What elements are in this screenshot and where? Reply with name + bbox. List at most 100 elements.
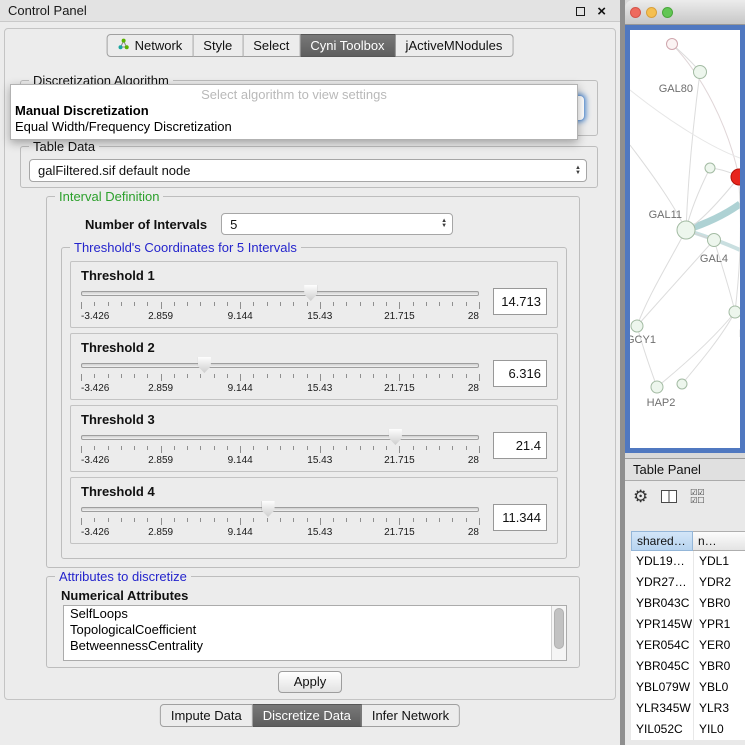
- table-cell[interactable]: YER054C: [631, 635, 693, 656]
- algorithm-option[interactable]: Manual Discretization: [11, 103, 577, 119]
- table-cell[interactable]: YPR145W: [631, 614, 693, 635]
- threshold-slider[interactable]: -3.4262.8599.14415.4321.71528: [81, 356, 479, 398]
- network-edge[interactable]: [630, 90, 740, 158]
- threshold-slider[interactable]: -3.4262.8599.14415.4321.71528: [81, 428, 479, 470]
- table-cell[interactable]: YDR2: [693, 572, 745, 593]
- table-cell[interactable]: YDL1: [693, 551, 745, 572]
- tab-cyni-toolbox[interactable]: Cyni Toolbox: [300, 34, 395, 57]
- tab-infer-network[interactable]: Infer Network: [362, 704, 460, 727]
- tab-jactivemnodules[interactable]: jActiveMNodules: [396, 34, 514, 57]
- table-row[interactable]: YBL079W YBL0: [631, 677, 745, 698]
- threshold-value-field[interactable]: 6.316: [493, 360, 547, 387]
- attribute-list-item[interactable]: SelfLoops: [64, 606, 566, 622]
- threshold-value-field[interactable]: 11.344: [493, 504, 547, 531]
- table-cell[interactable]: YIL0: [693, 719, 745, 740]
- slider-track[interactable]: [81, 291, 479, 296]
- slider-track[interactable]: [81, 435, 479, 440]
- table-cell[interactable]: YIL052C: [631, 719, 693, 740]
- network-window-titlebar[interactable]: [625, 0, 745, 25]
- column-header-shared-name[interactable]: shared…: [631, 531, 693, 551]
- slider-track[interactable]: [81, 363, 479, 368]
- network-canvas[interactable]: GAL80GAL11GAL4HGCY1HAP2: [630, 30, 740, 448]
- network-edge[interactable]: [672, 44, 739, 177]
- apply-button[interactable]: Apply: [278, 671, 342, 693]
- tab-discretize-data[interactable]: Discretize Data: [253, 704, 362, 727]
- table-row[interactable]: YDL19… YDL1: [631, 551, 745, 572]
- tab-style[interactable]: Style: [193, 34, 243, 57]
- table-row[interactable]: YBR043C YBR0: [631, 593, 745, 614]
- threshold-value-field[interactable]: 21.4: [493, 432, 547, 459]
- table-cell[interactable]: YLR3: [693, 698, 745, 719]
- tab-impute-data[interactable]: Impute Data: [160, 704, 253, 727]
- table-row[interactable]: YDR27… YDR2: [631, 572, 745, 593]
- table-row[interactable]: YLR345W YLR3: [631, 698, 745, 719]
- slider-thumb[interactable]: [262, 501, 275, 517]
- slider-thumb[interactable]: [304, 285, 317, 301]
- table-cell[interactable]: YBR043C: [631, 593, 693, 614]
- network-node[interactable]: [667, 39, 678, 50]
- number-of-intervals-combobox[interactable]: 5 ▲▼: [221, 213, 453, 235]
- table-row[interactable]: YBR045C YBR0: [631, 656, 745, 677]
- network-edge[interactable]: [714, 240, 735, 312]
- threshold-slider[interactable]: -3.4262.8599.14415.4321.71528: [81, 500, 479, 542]
- network-node[interactable]: [631, 320, 643, 332]
- table-cell[interactable]: YBR0: [693, 593, 745, 614]
- network-node[interactable]: [705, 163, 715, 173]
- network-node[interactable]: [677, 379, 687, 389]
- network-edge[interactable]: [682, 312, 735, 384]
- threshold-slider[interactable]: -3.4262.8599.14415.4321.71528: [81, 284, 479, 326]
- algorithm-option[interactable]: Equal Width/Frequency Discretization: [11, 119, 577, 135]
- network-node[interactable]: [708, 234, 721, 247]
- table-cell[interactable]: YBR0: [693, 656, 745, 677]
- attribute-list-item[interactable]: BetweennessCentrality: [64, 638, 566, 654]
- minimize-traffic-light-icon[interactable]: [646, 7, 657, 18]
- close-icon[interactable]: ×: [597, 4, 606, 19]
- slider-track[interactable]: [81, 507, 479, 512]
- combo-arrows-icon: ▲▼: [575, 166, 581, 176]
- slider-tick: [108, 374, 109, 378]
- slider-tick: [94, 446, 95, 450]
- zoom-traffic-light-icon[interactable]: [662, 7, 673, 18]
- close-traffic-light-icon[interactable]: [630, 7, 641, 18]
- table-row[interactable]: YER054C YER0: [631, 635, 745, 656]
- table-row[interactable]: YPR145W YPR1: [631, 614, 745, 635]
- float-window-icon[interactable]: [576, 7, 585, 16]
- tab-select[interactable]: Select: [243, 34, 300, 57]
- table-cell[interactable]: YLR345W: [631, 698, 693, 719]
- slider-thumb[interactable]: [389, 429, 402, 445]
- numerical-attributes-list[interactable]: SelfLoopsTopologicalCoefficientBetweenne…: [63, 605, 567, 661]
- slider-scale-label: 21.715: [384, 311, 415, 322]
- network-node[interactable]: [651, 381, 663, 393]
- table-cell[interactable]: YER0: [693, 635, 745, 656]
- network-node[interactable]: [677, 221, 695, 239]
- table-data-combobox[interactable]: galFiltered.sif default node ▲▼: [29, 159, 587, 182]
- table-cell[interactable]: YBR045C: [631, 656, 693, 677]
- network-node[interactable]: [694, 66, 707, 79]
- slider-tick: [360, 446, 361, 450]
- threshold-value-field[interactable]: 14.713: [493, 288, 547, 315]
- table-cell[interactable]: YPR1: [693, 614, 745, 635]
- list-scrollbar[interactable]: [551, 606, 566, 660]
- slider-thumb[interactable]: [198, 357, 211, 373]
- slider-scale-label: -3.426: [81, 455, 109, 466]
- table-cell[interactable]: YBL079W: [631, 677, 693, 698]
- network-view[interactable]: GAL80GAL11GAL4HGCY1HAP2: [625, 25, 745, 453]
- columns-icon[interactable]: [661, 490, 677, 503]
- attribute-list-item[interactable]: TopologicalCoefficient: [64, 622, 566, 638]
- network-edge[interactable]: [657, 312, 735, 387]
- table-row[interactable]: YIL052C YIL0: [631, 719, 745, 740]
- network-node[interactable]: [731, 169, 740, 185]
- scrollbar-thumb[interactable]: [554, 608, 564, 649]
- gear-icon[interactable]: ⚙: [633, 488, 648, 505]
- threshold-box: Threshold 1 -3.4262.8599.14415.4321.7152…: [70, 261, 558, 328]
- tab-network[interactable]: Network: [107, 34, 194, 57]
- slider-tick: [267, 446, 268, 450]
- network-node[interactable]: [729, 306, 740, 318]
- column-header-name[interactable]: n…: [693, 531, 745, 551]
- column-visibility-icon[interactable]: ☑☑☑☐: [690, 489, 704, 505]
- table-cell[interactable]: YBL0: [693, 677, 745, 698]
- network-edge[interactable]: [637, 230, 686, 326]
- table-cell[interactable]: YDL19…: [631, 551, 693, 572]
- slider-tick: [426, 302, 427, 306]
- table-cell[interactable]: YDR27…: [631, 572, 693, 593]
